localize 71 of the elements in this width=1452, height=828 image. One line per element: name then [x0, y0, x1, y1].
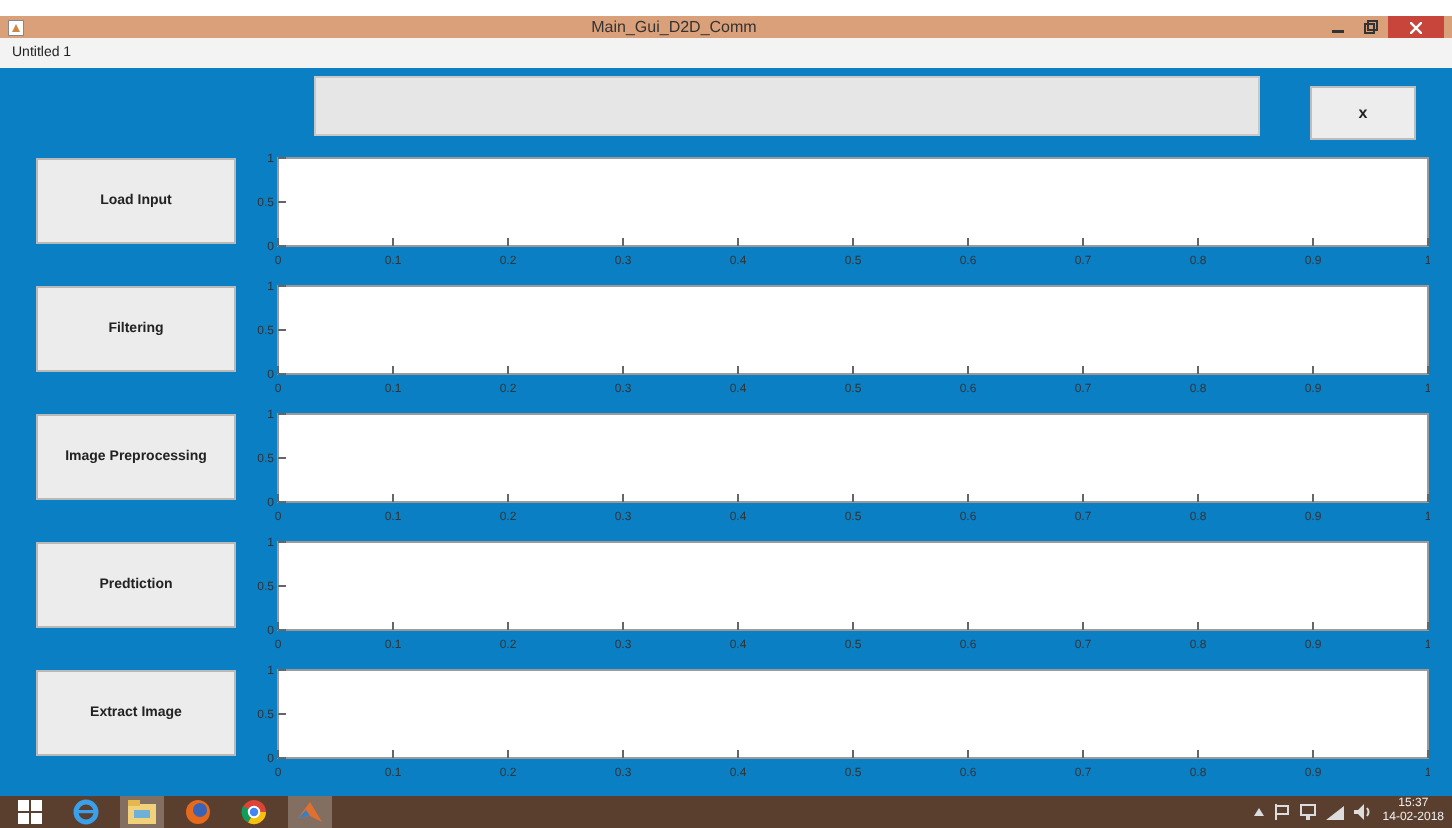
tick-mark [1197, 749, 1199, 759]
tick-mark [392, 365, 394, 375]
tick-mark [622, 365, 624, 375]
tick-mark [967, 237, 969, 247]
tick-mark [277, 713, 287, 715]
tick-mark [622, 621, 624, 631]
tick-mark [1082, 749, 1084, 759]
tick-mark [1427, 493, 1429, 503]
tick-mark [737, 365, 739, 375]
tick-mark [507, 621, 509, 631]
tick-mark [1312, 237, 1314, 247]
tick-mark [737, 621, 739, 631]
tick-mark [507, 749, 509, 759]
volume-icon[interactable] [1354, 804, 1373, 820]
tick-mark [622, 237, 624, 247]
tick-mark [392, 621, 394, 631]
tick-mark [392, 237, 394, 247]
restore-icon [1363, 20, 1377, 34]
tick-mark [277, 157, 287, 159]
tick-mark [622, 493, 624, 503]
tick-mark [967, 749, 969, 759]
tick-mark [1312, 749, 1314, 759]
tick-mark [507, 493, 509, 503]
flag-icon[interactable] [1274, 804, 1291, 820]
tick-mark [1427, 621, 1429, 631]
tick-mark [277, 201, 287, 203]
tick-mark [1082, 237, 1084, 247]
tick-mark [852, 621, 854, 631]
tick-mark [507, 365, 509, 375]
signal-icon[interactable] [1326, 805, 1345, 819]
close-button[interactable]: x [1310, 86, 1416, 140]
tick-mark [392, 493, 394, 503]
tick-mark [507, 237, 509, 247]
tick-mark [967, 621, 969, 631]
caret-icon[interactable] [1254, 808, 1265, 816]
tick-mark [277, 285, 287, 287]
tick-mark [1312, 493, 1314, 503]
tick-mark [737, 237, 739, 247]
tick-mark [1082, 365, 1084, 375]
tick-mark [1082, 621, 1084, 631]
tick-mark [277, 329, 287, 331]
tick-mark [277, 413, 287, 415]
tick-mark [1427, 365, 1429, 375]
tick-mark [277, 585, 287, 587]
tick-mark [1082, 493, 1084, 503]
tick-mark [852, 493, 854, 503]
tick-mark [1197, 493, 1199, 503]
tick-mark [852, 237, 854, 247]
tick-mark [852, 749, 854, 759]
tick-mark [277, 457, 287, 459]
tick-mark [1197, 237, 1199, 247]
tick-mark [737, 749, 739, 759]
tick-mark [1427, 237, 1429, 247]
tick-mark [392, 749, 394, 759]
monitor-icon[interactable] [1300, 804, 1317, 820]
tick-mark [1312, 365, 1314, 375]
tick-mark [1197, 621, 1199, 631]
tick-mark [277, 541, 287, 543]
tick-mark [1197, 365, 1199, 375]
tick-mark [967, 493, 969, 503]
tick-mark [622, 749, 624, 759]
window-title: Main_Gui_D2D_Comm [589, 18, 759, 36]
close-button[interactable] [1388, 16, 1444, 38]
folder-icon[interactable] [120, 796, 164, 828]
tick-mark [277, 669, 287, 671]
tick-mark [852, 365, 854, 375]
tick-mark [1312, 621, 1314, 631]
tick-mark [967, 365, 969, 375]
tick-mark [1427, 749, 1429, 759]
close-icon [1410, 21, 1422, 33]
tick-mark [737, 493, 739, 503]
